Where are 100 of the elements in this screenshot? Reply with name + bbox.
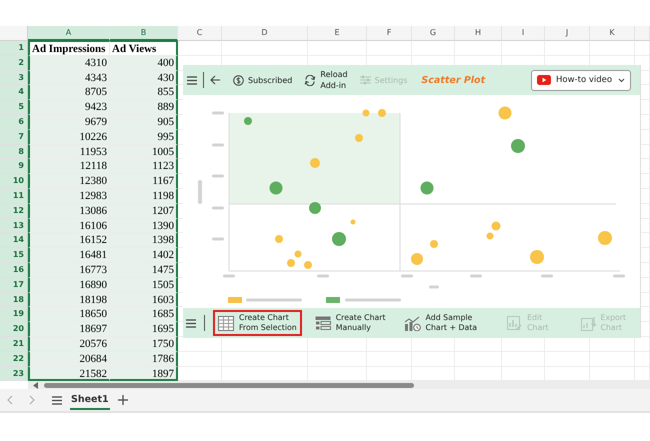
select-all-corner[interactable] xyxy=(0,26,28,41)
table-cell[interactable]: 1398 xyxy=(110,233,178,248)
scrollbar-thumb[interactable] xyxy=(44,382,414,388)
menu-icon[interactable] xyxy=(186,318,196,328)
table-cell[interactable]: 9423 xyxy=(28,100,110,115)
row-header[interactable]: 23 xyxy=(0,366,28,382)
empty-cell[interactable] xyxy=(635,41,650,56)
table-cell[interactable]: 1897 xyxy=(110,366,178,382)
table-cell[interactable]: 889 xyxy=(110,100,178,115)
row-header[interactable]: 16 xyxy=(0,262,28,278)
table-cell[interactable]: 12380 xyxy=(28,174,110,189)
empty-cell[interactable] xyxy=(545,41,590,56)
table-cell[interactable]: 13086 xyxy=(28,204,110,219)
table-cell[interactable]: 18697 xyxy=(28,322,110,337)
table-cell[interactable]: Ad Views xyxy=(110,41,178,56)
table-cell[interactable]: 20576 xyxy=(28,336,110,352)
row-header[interactable]: 12 xyxy=(0,204,28,219)
row-header[interactable]: 2 xyxy=(0,56,28,71)
back-arrow-icon[interactable] xyxy=(210,75,221,85)
column-header[interactable]: H xyxy=(455,26,502,41)
table-cell[interactable]: 995 xyxy=(110,130,178,145)
table-cell[interactable]: 16890 xyxy=(28,278,110,293)
table-cell[interactable]: 18198 xyxy=(28,292,110,308)
scroll-left-icon[interactable] xyxy=(33,382,39,389)
row-header[interactable]: 18 xyxy=(0,292,28,308)
add-sheet-icon[interactable] xyxy=(118,395,128,406)
row-header[interactable]: 1 xyxy=(0,41,28,56)
table-cell[interactable]: 1786 xyxy=(110,352,178,367)
row-header[interactable]: 13 xyxy=(0,218,28,234)
column-header[interactable]: B xyxy=(110,26,178,41)
table-cell[interactable]: 1207 xyxy=(110,204,178,219)
reload-button[interactable]: Reload Add-in xyxy=(304,69,348,91)
table-cell[interactable]: 11953 xyxy=(28,144,110,160)
empty-cell[interactable] xyxy=(308,41,367,56)
table-cell[interactable]: 1402 xyxy=(110,248,178,263)
column-header[interactable]: F xyxy=(367,26,412,41)
column-header[interactable]: I xyxy=(502,26,545,41)
table-cell[interactable]: 430 xyxy=(110,70,178,86)
row-header[interactable]: 6 xyxy=(0,114,28,130)
table-cell[interactable]: 12118 xyxy=(28,159,110,174)
table-cell[interactable]: 20684 xyxy=(28,352,110,367)
row-header[interactable]: 7 xyxy=(0,130,28,145)
column-header[interactable]: C xyxy=(178,26,222,41)
table-cell[interactable]: 16773 xyxy=(28,262,110,278)
row-header[interactable]: 8 xyxy=(0,144,28,160)
menu-icon[interactable] xyxy=(52,396,62,405)
empty-cell[interactable] xyxy=(412,41,455,56)
table-cell[interactable]: 18650 xyxy=(28,307,110,322)
column-header[interactable]: J xyxy=(545,26,590,41)
table-cell[interactable]: 1505 xyxy=(110,278,178,293)
row-header[interactable]: 5 xyxy=(0,100,28,115)
table-cell[interactable]: 12983 xyxy=(28,188,110,204)
table-cell[interactable]: 9679 xyxy=(28,114,110,130)
column-header[interactable]: G xyxy=(412,26,455,41)
row-header[interactable]: 20 xyxy=(0,322,28,337)
table-cell[interactable]: 1167 xyxy=(110,174,178,189)
row-header[interactable]: 15 xyxy=(0,248,28,263)
row-header[interactable]: 4 xyxy=(0,85,28,100)
table-cell[interactable]: 1603 xyxy=(110,292,178,308)
empty-cell[interactable] xyxy=(367,41,412,56)
empty-cell[interactable] xyxy=(502,41,545,56)
column-header[interactable]: A xyxy=(28,26,110,41)
table-cell[interactable]: 855 xyxy=(110,85,178,100)
row-header[interactable]: 21 xyxy=(0,336,28,352)
row-header[interactable]: 9 xyxy=(0,159,28,174)
table-cell[interactable]: 16106 xyxy=(28,218,110,234)
column-header[interactable]: K xyxy=(590,26,635,41)
row-header[interactable]: 17 xyxy=(0,278,28,293)
row-header[interactable]: 22 xyxy=(0,352,28,367)
table-cell[interactable]: 1123 xyxy=(110,159,178,174)
column-header[interactable] xyxy=(635,26,650,41)
table-cell[interactable]: 905 xyxy=(110,114,178,130)
sheet-tab[interactable]: Sheet1 xyxy=(70,390,110,410)
row-header[interactable]: 14 xyxy=(0,233,28,248)
table-cell[interactable]: 400 xyxy=(110,56,178,71)
chevron-left-icon[interactable] xyxy=(6,395,14,406)
subscription-button[interactable]: Subscribed xyxy=(233,74,292,86)
table-cell[interactable]: 4343 xyxy=(28,70,110,86)
table-cell[interactable]: 16481 xyxy=(28,248,110,263)
table-cell[interactable]: 1005 xyxy=(110,144,178,160)
column-header[interactable]: D xyxy=(222,26,308,41)
table-cell[interactable]: 8705 xyxy=(28,85,110,100)
table-cell[interactable]: 1475 xyxy=(110,262,178,278)
empty-cell[interactable] xyxy=(590,41,635,56)
table-cell[interactable]: 4310 xyxy=(28,56,110,71)
video-dropdown[interactable]: How-to video xyxy=(531,70,631,90)
row-header[interactable]: 11 xyxy=(0,188,28,204)
empty-cell[interactable] xyxy=(222,41,308,56)
table-cell[interactable]: 21582 xyxy=(28,366,110,382)
menu-icon[interactable] xyxy=(187,76,197,84)
table-cell[interactable]: 1685 xyxy=(110,307,178,322)
row-header[interactable]: 10 xyxy=(0,174,28,189)
table-cell[interactable]: 1750 xyxy=(110,336,178,352)
empty-cell[interactable] xyxy=(455,41,502,56)
row-header[interactable]: 19 xyxy=(0,307,28,322)
table-cell[interactable]: 1390 xyxy=(110,218,178,234)
table-cell[interactable]: 10226 xyxy=(28,130,110,145)
table-cell[interactable]: Ad Impressions xyxy=(28,41,110,56)
table-cell[interactable]: 1198 xyxy=(110,188,178,204)
table-cell[interactable]: 16152 xyxy=(28,233,110,248)
